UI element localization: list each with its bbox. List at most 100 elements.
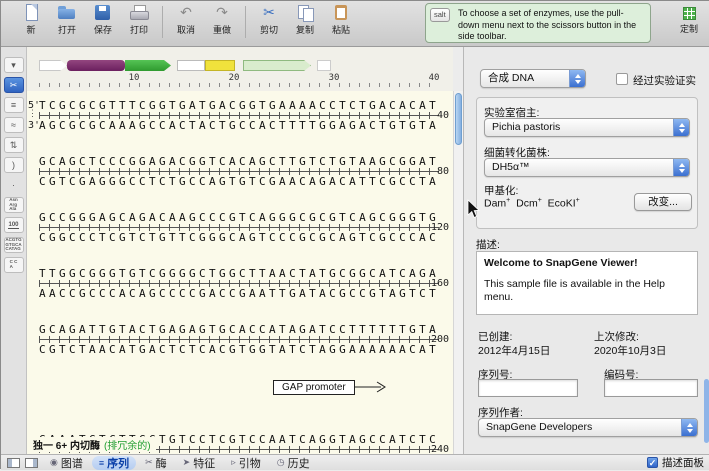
base-colors-display-icon[interactable]: ACGTG GTGCA CATAG xyxy=(3,237,24,253)
verified-checkbox[interactable] xyxy=(616,73,628,85)
save-label: 保存 xyxy=(93,25,112,35)
codon-display-icon[interactable]: C C A xyxy=(3,257,24,273)
arc-tool-icon[interactable]: ) xyxy=(3,157,24,173)
base-ticks xyxy=(39,168,439,175)
paste-button[interactable]: 粘贴 xyxy=(323,4,359,36)
new-label: 新 xyxy=(26,25,36,35)
scissors-tool-icon[interactable]: ✂ xyxy=(3,77,24,93)
open-label: 打开 xyxy=(57,25,76,35)
description-panel: 合成 DNA 经过实验证实 实验室宿主: Pichia pastoris 细菌转… xyxy=(463,47,709,454)
top-strand[interactable]: GCCGGGAGCAGACAAGCCCGTCAGGGCGCGTCAGCGGGTG xyxy=(39,211,453,224)
code-input[interactable] xyxy=(604,379,698,397)
ruler-tick-20: 20 xyxy=(228,73,240,83)
annotation-label[interactable]: GAP promoter xyxy=(273,379,355,395)
description-textbox[interactable]: Welcome to SnapGene Viewer! This sample … xyxy=(476,251,698,315)
tab-history[interactable]: ◷ 历史 xyxy=(270,456,317,470)
sequence-view[interactable]: 5' ⋮ 3' TCGCGCGTTTCGGTGATGACGGTGAAAACCTC… xyxy=(27,91,453,454)
change-button[interactable]: 改变... xyxy=(634,193,692,211)
feature-box-white-small[interactable] xyxy=(317,60,331,71)
feature-bar-purple[interactable] xyxy=(67,60,125,71)
toggle-right-panel-icon[interactable] xyxy=(25,457,38,468)
top-strand[interactable]: TTGGCGGGTGTCGGGGCTGGCTTAACTATGCGGCATCAGA xyxy=(39,267,453,280)
tab-primers-label: 引物 xyxy=(238,457,261,470)
undo-label: 取消 xyxy=(176,25,195,35)
tab-primers[interactable]: ▹ 引物 xyxy=(224,456,268,470)
amino-acid-display-icon[interactable]: Asn Arg Ala xyxy=(3,197,24,213)
updown-arrows-tool-icon[interactable]: ⇅ xyxy=(3,137,24,153)
panel-scrollbar-thumb[interactable] xyxy=(704,379,709,443)
feature-box-white[interactable] xyxy=(177,60,205,71)
tab-sequence[interactable]: ≡ 序列 xyxy=(91,455,137,470)
feature-box-yellow[interactable] xyxy=(205,60,235,71)
base-ticks xyxy=(39,280,439,287)
three-prime-label: 3' xyxy=(28,120,41,131)
methylation-dam: Dam xyxy=(484,197,507,210)
molecule-type-dropdown[interactable]: 合成 DNA xyxy=(480,69,586,88)
tab-enzymes[interactable]: ✂ 酶 xyxy=(138,456,174,470)
undo-button[interactable]: ↶ 取消 xyxy=(168,4,204,36)
gap-promoter-annotation[interactable]: GAP promoter xyxy=(273,379,453,395)
top-strand[interactable]: TCGCGCGTTTCGGTGATGACGGTGAAAACCTCTGACACAT xyxy=(39,99,453,112)
strain-dropdown[interactable]: DH5α™ xyxy=(484,158,690,177)
tab-sequence-label: 序列 xyxy=(107,457,130,470)
sequence-scrollbar[interactable] xyxy=(453,91,463,454)
top-strand[interactable]: GCAGCTCCCGGAGACGGTCACAGCTTGTCTGTAAGCGGAT xyxy=(39,155,453,168)
top-strand[interactable]: GCAGATTGTACTGAGAGTGCACCATAGATCCTTTTTTGTA xyxy=(39,323,453,336)
checked-checkbox-icon[interactable]: ✓ xyxy=(647,457,658,468)
base-ticks xyxy=(39,224,439,231)
tab-map[interactable]: ◉ 图谱 xyxy=(43,456,90,470)
copy-button[interactable]: 复制 xyxy=(287,4,323,36)
redo-button[interactable]: ↷ 重做 xyxy=(204,4,240,36)
print-button[interactable]: 打印 xyxy=(121,4,157,36)
sequence-header: 10 20 30 40 xyxy=(27,47,453,91)
cutter-status-text: 独一 6+ 内切酶 xyxy=(33,441,100,452)
author-dropdown[interactable]: SnapGene Developers xyxy=(478,418,698,437)
molecule-type-value: 合成 DNA xyxy=(488,72,535,84)
bottom-strand[interactable]: CGTCTAACATGACTCTCACGTGGTATCTAGGAAAAAACAT xyxy=(39,343,453,356)
redo-label: 重做 xyxy=(212,25,231,35)
sequence-lines-tool-icon[interactable]: ≡ xyxy=(3,97,24,113)
feature-track xyxy=(39,60,453,71)
enzyme-tooltip: salt To choose a set of enzymes, use the… xyxy=(425,3,651,43)
description-panel-toggle[interactable]: ✓ 描述面板 xyxy=(647,455,704,470)
verified-label: 经过实验证实 xyxy=(633,75,696,87)
position-number: 240 xyxy=(430,444,449,454)
feature-arrow-white[interactable] xyxy=(39,60,67,71)
bottom-strand[interactable]: AACCGCCCACAGCCCCGACCGAATTGATACGCCGTAGTCT xyxy=(39,287,453,300)
tab-features[interactable]: ➤ 特征 xyxy=(176,456,223,470)
dot-marker-icon: · xyxy=(12,180,15,190)
author-value: SnapGene Developers xyxy=(486,421,593,433)
ruler-tickmarks xyxy=(39,83,439,87)
open-button[interactable]: 打开 xyxy=(49,4,85,36)
dropdown-arrows-icon xyxy=(673,119,689,136)
numbering-display-icon[interactable]: 100 xyxy=(3,217,24,233)
primers-icon: ▹ xyxy=(231,457,236,467)
side-toolbar: ▾ ✂ ≡ ≈ ⇅ ) · Asn Arg Ala 100 ACGTG GTGC… xyxy=(1,47,27,454)
enzyme-set-menu-icon[interactable]: ▾ xyxy=(3,57,24,73)
bottom-strand[interactable]: AGCGCGCAAAGCCACTACTGCCACTTTTGGAGACTGTGTA xyxy=(39,119,453,132)
tooltip-text: To choose a set of enzymes, use the pull… xyxy=(458,8,637,42)
toggle-left-panel-icon[interactable] xyxy=(7,457,20,468)
bottom-strand[interactable]: CGTCGAGGGCCTCTGCCAGTGTCGAACAGACATTCGCCTA xyxy=(39,175,453,188)
host-dropdown[interactable]: Pichia pastoris xyxy=(484,118,690,137)
customize-button[interactable]: 定制 xyxy=(672,5,706,35)
cut-button[interactable]: ✂ 剪切 xyxy=(251,4,287,36)
position-ruler: 10 20 30 40 xyxy=(27,71,453,87)
strand-continuation-dots: ⋮ xyxy=(28,109,37,119)
feature-arrow-lightgreen[interactable] xyxy=(243,60,311,71)
position-number: 160 xyxy=(430,278,449,289)
feature-arrow-green[interactable] xyxy=(125,60,171,71)
wave-tool-icon[interactable]: ≈ xyxy=(3,117,24,133)
dropdown-arrows-icon xyxy=(681,419,697,436)
bottom-strand[interactable]: CGGCCCTCGTCTGTTCGGGCAGTCCCGCGCAGTCGCCCAC xyxy=(39,231,453,244)
save-button[interactable]: 保存 xyxy=(85,4,121,36)
methylation-values: Dam+ Dcm+ EcoKI+ xyxy=(484,197,580,210)
new-button[interactable]: 新 xyxy=(13,4,49,36)
serial-input[interactable] xyxy=(478,379,578,397)
customize-label: 定制 xyxy=(679,24,698,34)
tab-history-label: 历史 xyxy=(287,457,310,470)
new-document-icon xyxy=(21,4,41,22)
host-value: Pichia pastoris xyxy=(492,121,561,133)
sequence-icon: ≡ xyxy=(98,457,105,468)
scrollbar-thumb[interactable] xyxy=(455,93,462,145)
